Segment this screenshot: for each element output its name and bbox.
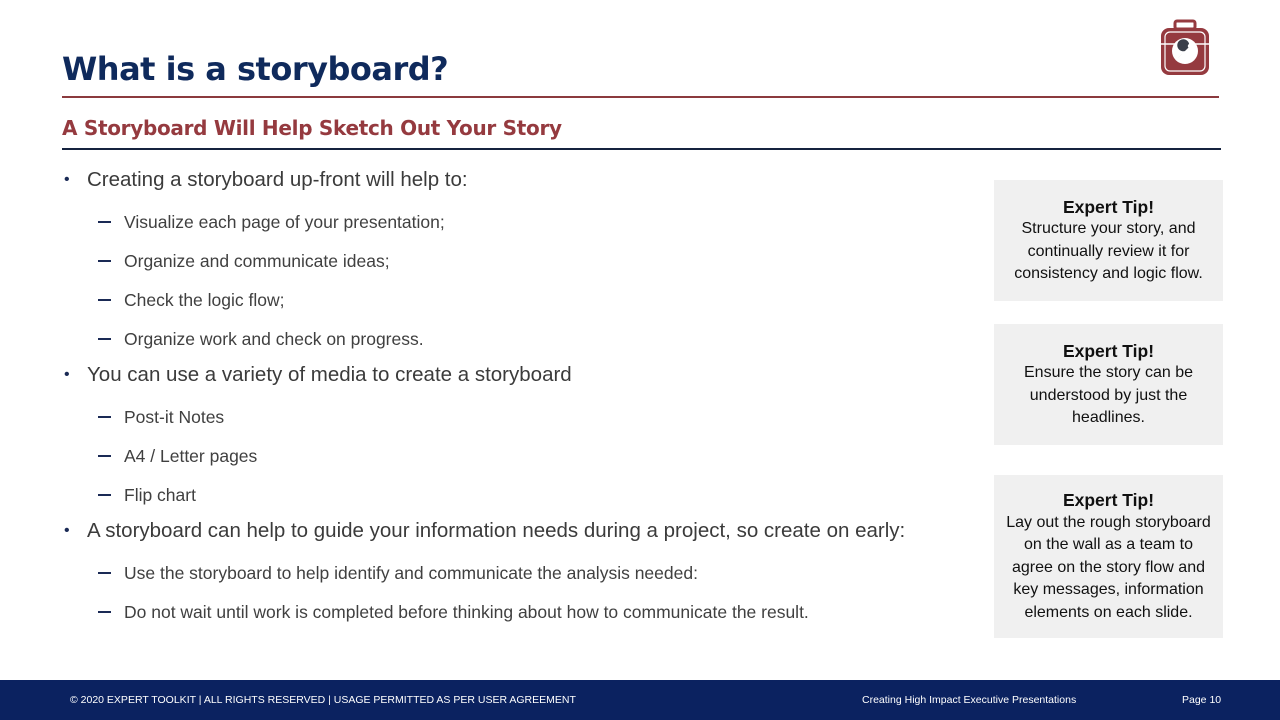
bullet-item: • A storyboard can help to guide your in… [62,515,982,547]
tip-body: Lay out the rough storyboard on the wall… [1006,513,1211,621]
bullet-dot-icon: • [64,522,70,539]
dash-icon [98,494,111,496]
sub-bullet-item: Use the storyboard to help identify and … [62,560,982,586]
sub-bullet-item: Visualize each page of your presentation… [62,209,982,235]
slide-title: What is a storyboard? [62,50,449,88]
sub-bullet-item: Flip chart [62,482,982,508]
bullet-dot-icon: • [64,171,70,188]
bullet-list: • Creating a storyboard up-front will he… [62,164,982,625]
bullet-item: • Creating a storyboard up-front will he… [62,164,982,196]
sub-bullet-item: Do not wait until work is completed befo… [62,599,982,625]
sub-bullet-text: Do not wait until work is completed befo… [124,602,809,622]
footer-course-title: Creating High Impact Executive Presentat… [862,694,1077,706]
sub-bullet-text: Organize and communicate ideas; [124,251,390,271]
tip-title: Expert Tip! [1062,196,1155,217]
sub-bullet-item: A4 / Letter pages [62,443,982,469]
expert-tip-box: Expert Tip! Structure your story, and co… [994,180,1223,301]
dash-icon [98,416,111,418]
bullet-text: Creating a storyboard up-front will help… [87,168,468,191]
dash-icon [98,338,111,340]
tip-title: Expert Tip! [1062,340,1155,361]
sub-bullet-text: Use the storyboard to help identify and … [124,563,698,583]
bullet-text: A storyboard can help to guide your info… [87,519,906,542]
tip-body: Structure your story, and continually re… [1014,220,1203,282]
sub-bullet-item: Post-it Notes [62,404,982,430]
sub-bullet-text: Flip chart [124,485,196,505]
sub-bullet-text: Visualize each page of your presentation… [124,212,445,232]
sub-bullet-text: Check the logic flow; [124,290,285,310]
toolbox-wrench-icon [1158,18,1212,78]
slide-subtitle: A Storyboard Will Help Sketch Out Your S… [62,116,562,140]
bullet-dot-icon: • [64,366,70,383]
bullet-text: You can use a variety of media to create… [87,363,572,386]
sub-bullet-item: Check the logic flow; [62,287,982,313]
sub-bullet-text: A4 / Letter pages [124,446,258,466]
expert-tip-box: Expert Tip! Lay out the rough storyboard… [994,475,1223,638]
sub-bullet-item: Organize and communicate ideas; [62,248,982,274]
dash-icon [98,260,111,262]
expert-tip-box: Expert Tip! Ensure the story can be unde… [994,324,1223,445]
footer-copyright: © 2020 EXPERT TOOLKIT | ALL RIGHTS RESER… [70,694,576,706]
sub-bullet-text: Organize work and check on progress. [124,329,424,349]
tip-title: Expert Tip! [1062,490,1155,510]
footer-bar: © 2020 EXPERT TOOLKIT | ALL RIGHTS RESER… [0,680,1280,720]
subtitle-divider [62,148,1221,150]
sub-bullet-text: Post-it Notes [124,407,225,427]
dash-icon [98,455,111,457]
dash-icon [98,221,111,223]
title-divider [62,96,1219,98]
tip-body: Ensure the story can be understood by ju… [1024,364,1193,426]
page-number: Page 10 [1182,694,1222,706]
dash-icon [98,572,111,574]
dash-icon [98,299,111,301]
bullet-item: • You can use a variety of media to crea… [62,359,982,391]
sub-bullet-item: Organize work and check on progress. [62,326,982,352]
dash-icon [98,611,111,613]
